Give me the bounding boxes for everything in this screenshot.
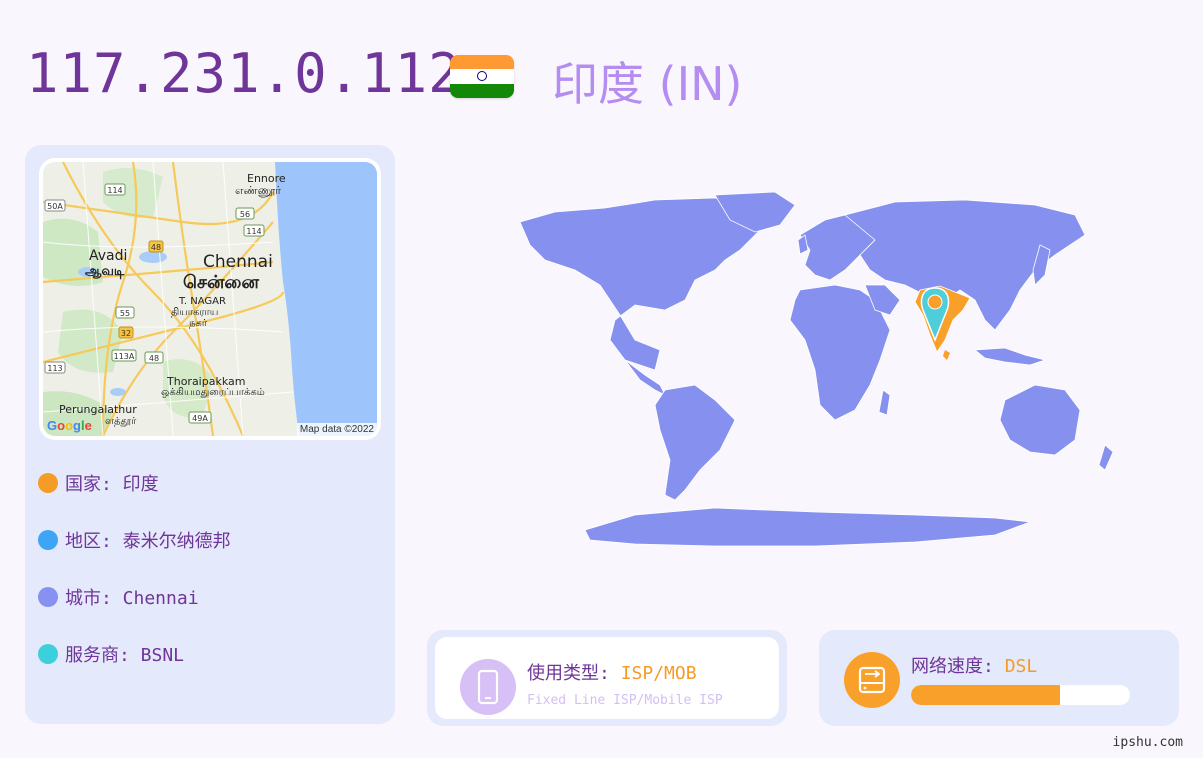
network-speed-bar-fill xyxy=(911,685,1060,705)
map-label-thoraipakkam-ta: ஒக்கியமதுரைப்பாக்கம் xyxy=(161,387,265,398)
map-label-perungalathur-ta: ளத்தூர் xyxy=(105,416,137,427)
info-country-text: 国家: 印度 xyxy=(65,474,159,495)
usage-type-subtitle: Fixed Line ISP/Mobile ISP xyxy=(527,693,723,708)
watermark: ipshu.com xyxy=(1112,735,1183,750)
mobile-phone-icon xyxy=(460,659,516,715)
new-zealand xyxy=(1098,444,1114,471)
usage-type-card: 使用类型: ISP/MOB Fixed Line ISP/Mobile ISP xyxy=(427,630,787,726)
world-map xyxy=(519,191,1114,547)
sri-lanka-highlight xyxy=(943,350,950,360)
india-flag-icon xyxy=(450,55,514,98)
city-map[interactable]: 114 50A 56 114 48 55 32 113A 48 113 49A … xyxy=(39,158,381,440)
usage-type-value: ISP/MOB xyxy=(620,663,697,684)
info-region-text: 地区: 泰米尔纳德邦 xyxy=(65,531,231,552)
network-speed-bar xyxy=(911,685,1130,705)
info-isp: 服务商: BSNL xyxy=(38,641,184,667)
info-region: 地区: 泰米尔纳德邦 xyxy=(38,527,231,553)
city-dot-icon xyxy=(38,587,58,607)
isp-dot-icon xyxy=(38,644,58,664)
map-label-tnagar-ta2: நகர் xyxy=(189,318,208,329)
map-label-perungalathur: Perungalathur xyxy=(59,403,137,416)
ip-address: 117.231.0.112 xyxy=(26,42,462,105)
network-drive-icon xyxy=(844,652,900,708)
network-speed-label: 网络速度: xyxy=(911,656,1005,677)
australia xyxy=(999,384,1081,456)
antarctica xyxy=(584,507,1031,547)
country-dot-icon xyxy=(38,473,58,493)
map-label-avadi: Avadi xyxy=(89,248,128,264)
south-america xyxy=(654,384,736,501)
map-label-avadi-ta: ஆவடி xyxy=(85,264,125,279)
indonesia xyxy=(973,347,1047,366)
usage-type-title: 使用类型: ISP/MOB xyxy=(527,659,697,685)
info-isp-text: 服务商: BSNL xyxy=(65,645,185,666)
network-speed-value: DSL xyxy=(1004,656,1038,677)
map-label-ennore-ta: எண்ணூர் xyxy=(235,184,282,197)
location-card: 114 50A 56 114 48 55 32 113A 48 113 49A … xyxy=(25,145,395,724)
network-speed-card: 网络速度: DSL xyxy=(819,630,1179,726)
info-city-text: 城市: Chennai xyxy=(65,588,199,609)
madagascar xyxy=(878,389,891,416)
usage-type-label: 使用类型: xyxy=(527,663,621,684)
region-dot-icon xyxy=(38,530,58,550)
map-data-credit[interactable]: Map data ©2022 xyxy=(296,423,377,436)
north-america xyxy=(519,197,766,371)
map-label-chennai-ta: சென்னை xyxy=(183,272,259,293)
google-logo: Google xyxy=(47,418,92,433)
country-title: 印度 (IN) xyxy=(552,57,743,111)
map-label-tnagar: T. NAGAR xyxy=(179,296,226,307)
network-speed-title: 网络速度: DSL xyxy=(911,652,1037,678)
info-city: 城市: Chennai xyxy=(38,584,199,610)
map-label-chennai: Chennai xyxy=(203,252,273,272)
info-country: 国家: 印度 xyxy=(38,470,159,496)
